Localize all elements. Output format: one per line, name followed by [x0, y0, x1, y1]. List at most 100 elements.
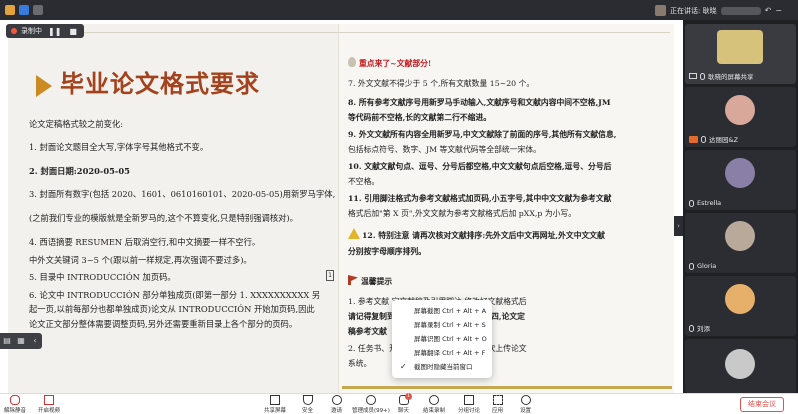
- mic-icon: [689, 199, 694, 207]
- slide-divider: [30, 32, 670, 33]
- left-line: 3. 封面所有数字(包括 2020、1601、0610160101、2020-0…: [29, 189, 336, 199]
- gear-icon: [520, 395, 531, 405]
- right-line: 9. 外文文献所有内容全用新罗马,中文文献除了前面的序号,其他所有文献信息,: [348, 130, 617, 139]
- share-screen-button[interactable]: 共享屏幕: [264, 395, 286, 414]
- right-line: 稿参考文献: [348, 327, 387, 336]
- recording-indicator: 录制中 ❚❚ ■: [6, 24, 84, 38]
- pause-recording-button[interactable]: ❚❚: [46, 27, 63, 36]
- left-line: 论文正文部分整体需要调整页码,另外还需要重新目录上各个部分的页码。: [29, 319, 298, 329]
- unmute-button[interactable]: 解除静音: [4, 395, 26, 414]
- mic-icon: [689, 324, 694, 332]
- left-line: 起一页,以前每部分也都单独成页)论文从 INTRODUCCIÓN 开始加页码,因…: [29, 304, 315, 314]
- grid-icon[interactable]: ▦: [14, 333, 28, 349]
- members-icon: [365, 395, 376, 405]
- menu-item-translate[interactable]: 屏幕翻译 Ctrl + Alt + F: [392, 346, 492, 360]
- avatar: [717, 30, 763, 64]
- left-line: 论文定稿格式较之前变化:: [29, 119, 124, 129]
- window-title-bar: 正在讲话: 耿晓 ↶ −: [0, 0, 798, 20]
- participants-panel: 耿晓的屏幕共享 达丽园&Z Estrella Gloria 刘添: [683, 20, 798, 393]
- menu-item-screenshot[interactable]: 屏幕截图 Ctrl + Alt + A: [392, 304, 492, 318]
- record-dot-icon: [11, 28, 17, 34]
- mic-icon: [689, 262, 694, 270]
- participant-tile[interactable]: [685, 339, 796, 393]
- right-line: 等代码前不空格,长的文献第二行不缩进。: [348, 113, 492, 122]
- participant-caption: 达丽园&Z: [689, 134, 738, 144]
- left-line: 6. 论文中 INTRODUCCIÓN 部分单独成页(即第一部分 1. XXXX…: [29, 290, 321, 300]
- end-meeting-button[interactable]: 结束会议: [740, 397, 784, 412]
- left-line: 中外文关键词 3~5 个(跟以前一样规定,再次强调不要过多)。: [29, 255, 252, 265]
- menu-item-hide-window[interactable]: 截图时隐藏当前窗口: [392, 360, 492, 374]
- avatar: [725, 158, 755, 188]
- invite-button[interactable]: 邀请: [331, 395, 342, 414]
- recording-label: 录制中: [21, 27, 42, 35]
- mic-off-icon: [10, 395, 20, 405]
- participant-tile[interactable]: Estrella: [685, 150, 796, 210]
- security-button[interactable]: 安全: [302, 395, 313, 414]
- start-video-button[interactable]: 开启视频: [38, 395, 60, 414]
- breakout-icon: [464, 395, 474, 405]
- menu-item-ocr[interactable]: 屏幕识图 Ctrl + Alt + O: [392, 332, 492, 346]
- warning-icon: [5, 5, 15, 15]
- right-line-warning: 12. 特别注意 请再次核对文献排序:先外文后中文再网址,外文中文文献: [348, 228, 605, 241]
- right-line: 系统。: [348, 359, 372, 368]
- right-line: 8. 所有参考文献序号用新罗马手动输入,文献序号和文献内容中间不空格,JM: [348, 98, 611, 107]
- shared-screen: 录制中 ❚❚ ■ 毕业论文格式要求 论文定稿格式较之前变化: 1. 封面论文题目…: [0, 20, 683, 393]
- right-line: 包括标点符号、数字、JM 等文献代码等全部统一宋体。: [348, 145, 541, 154]
- chat-button[interactable]: 1 聊天: [398, 393, 412, 414]
- share-screen-icon: [270, 395, 280, 405]
- avatar: [725, 284, 755, 314]
- stop-recording-button[interactable]: ■: [67, 27, 79, 36]
- mic-icon: [700, 72, 705, 80]
- chat-badge: 1: [405, 393, 412, 400]
- breakout-rooms-button[interactable]: 分组讨论: [458, 395, 480, 414]
- back-icon[interactable]: ↶: [765, 6, 772, 15]
- settings-button[interactable]: 设置: [520, 395, 531, 414]
- left-line: 5. 目录中 INTRODUCCIÓN 加页码。: [29, 272, 176, 282]
- annotation-toolbar: ▤ ▦ ‹: [0, 333, 42, 349]
- left-line: (之前我们专业的模版就是全新罗马的,这个不算变化,只是特别强调核对)。: [29, 213, 298, 223]
- comment-icon[interactable]: ▤: [0, 333, 14, 349]
- avatar: [725, 349, 755, 379]
- speaker-label: 正在讲话: 耿晓: [670, 6, 717, 15]
- stop-recording-toolbar-button[interactable]: 结束录制: [423, 395, 445, 414]
- warning-icon: [348, 228, 360, 239]
- participant-tile[interactable]: 耿晓的屏幕共享: [685, 24, 796, 84]
- menu-item-screen-record[interactable]: 屏幕录制 Ctrl + Alt + S: [392, 318, 492, 332]
- flag-icon: [348, 275, 358, 285]
- tip-header: 温馨提示: [348, 275, 392, 287]
- invite-icon: [331, 395, 342, 405]
- right-line: 不空格。: [348, 177, 380, 186]
- slide-title: 毕业论文格式要求: [36, 64, 260, 99]
- collapse-panel-button[interactable]: ›: [674, 216, 683, 236]
- left-line: 2. 封面日期:2020-05-05: [29, 166, 130, 176]
- shield-icon: [19, 5, 29, 15]
- participant-caption: Gloria: [689, 262, 716, 270]
- participant-caption: 耿晓的屏幕共享: [689, 71, 754, 81]
- lightbulb-icon: [348, 57, 356, 67]
- speaker-avatar: [655, 5, 666, 16]
- left-line: 1. 封面论文题目全大写,字体字号其他格式不变。: [29, 142, 209, 152]
- info-icon: [33, 5, 43, 15]
- participant-tile[interactable]: 达丽园&Z: [685, 87, 796, 147]
- right-line: 10. 文献文献句点、逗号、分号后都空格,中文文献句点后空格,逗号、分号后: [348, 162, 612, 171]
- screen-share-icon: [689, 73, 697, 79]
- participant-tile[interactable]: Gloria: [685, 213, 796, 273]
- record-icon: [429, 395, 439, 405]
- slide-footer-rule: [342, 386, 672, 389]
- right-header: 重点来了~文献部分!: [348, 57, 431, 69]
- left-line: 4. 西语摘要 RESUMEN 后取消空行,和中文摘要一样不空行。: [29, 237, 261, 247]
- right-line: 格式后加"第 X 页",外文文献为参考文献格式后加 pXX,p 为小写。: [348, 209, 577, 218]
- host-tag-icon: [689, 135, 698, 143]
- close-icon[interactable]: −: [775, 6, 782, 15]
- right-line: 分别按字母顺序排列。: [348, 247, 426, 256]
- participant-caption: Estrella: [689, 199, 721, 207]
- speaker-name-redacted: [720, 6, 761, 15]
- participant-tile[interactable]: 刘添: [685, 276, 796, 336]
- active-speaker-indicator: 正在讲话: 耿晓 ↶ −: [655, 3, 783, 18]
- page-number-mark: 1: [326, 270, 334, 281]
- manage-members-button[interactable]: 管理成员(99+): [352, 395, 390, 414]
- apps-button[interactable]: 应用: [492, 395, 503, 414]
- meeting-toolbar: 解除静音 开启视频 共享屏幕 安全 邀请 管理成员(99+) 1 聊天 结束录制 …: [0, 393, 798, 414]
- slide-title-text: 毕业论文格式要求: [60, 69, 260, 98]
- collapse-icon[interactable]: ‹: [28, 333, 42, 349]
